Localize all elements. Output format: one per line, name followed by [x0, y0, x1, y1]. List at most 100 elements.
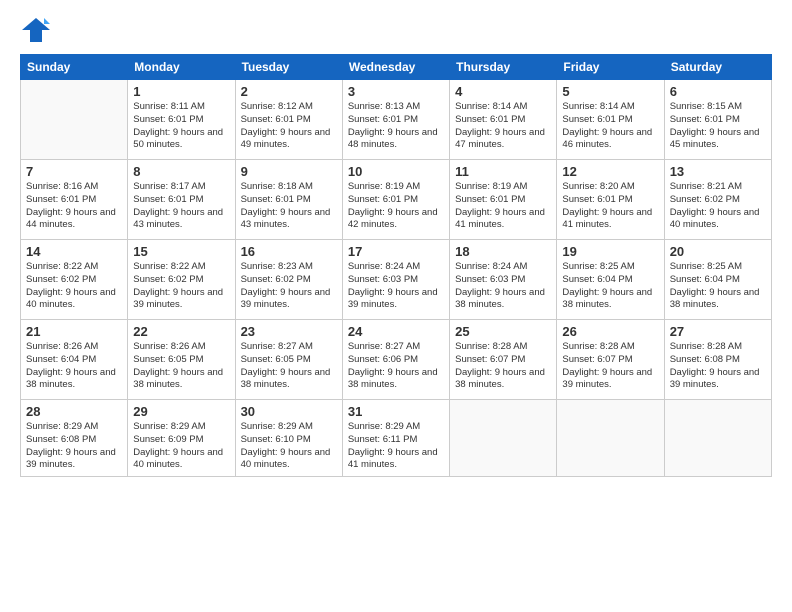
day-number: 9	[241, 164, 337, 179]
calendar-cell: 18 Sunrise: 8:24 AM Sunset: 6:03 PM Dayli…	[450, 240, 557, 320]
day-info: Sunrise: 8:29 AM Sunset: 6:08 PM Dayligh…	[26, 421, 122, 472]
calendar-cell: 12Sunrise: 8:20 AM Sunset: 6:01 PM Dayli…	[557, 160, 664, 240]
calendar-cell: 23Sunrise: 8:27 AM Sunset: 6:05 PM Dayli…	[235, 320, 342, 400]
day-info: Sunrise: 8:24 AM Sunset: 6:03 PM Dayligh…	[348, 261, 444, 312]
day-info: Sunrise: 8:19 AM Sunset: 6:01 PM Dayligh…	[455, 181, 551, 232]
day-number: 20	[670, 244, 766, 259]
calendar-cell: 13 Sunrise: 8:21 AM Sunset: 6:02 PM Dayli…	[664, 160, 771, 240]
day-number: 18	[455, 244, 551, 259]
calendar-header-row: SundayMondayTuesdayWednesdayThursdayFrid…	[21, 55, 772, 80]
day-number: 27	[670, 324, 766, 339]
logo	[20, 16, 56, 44]
calendar-cell: 30 Sunrise: 8:29 AM Sunset: 6:10 PM Dayli…	[235, 400, 342, 477]
calendar-cell: 16 Sunrise: 8:23 AM Sunset: 6:02 PM Dayli…	[235, 240, 342, 320]
day-info: Sunrise: 8:26 AM Sunset: 6:05 PM Dayligh…	[133, 341, 229, 392]
day-number: 13	[670, 164, 766, 179]
calendar-cell: 1 Sunrise: 8:11 AM Sunset: 6:01 PM Daylig…	[128, 80, 235, 160]
calendar-cell: 20Sunrise: 8:25 AM Sunset: 6:04 PM Dayli…	[664, 240, 771, 320]
day-info: Sunrise: 8:26 AM Sunset: 6:04 PM Dayligh…	[26, 341, 122, 392]
day-number: 4	[455, 84, 551, 99]
day-info: Sunrise: 8:29 AM Sunset: 6:09 PM Dayligh…	[133, 421, 229, 472]
calendar-cell: 8 Sunrise: 8:17 AM Sunset: 6:01 PM Daylig…	[128, 160, 235, 240]
day-number: 31	[348, 404, 444, 419]
day-info: Sunrise: 8:28 AM Sunset: 6:07 PM Dayligh…	[562, 341, 658, 392]
calendar-header-monday: Monday	[128, 55, 235, 80]
calendar-cell: 21 Sunrise: 8:26 AM Sunset: 6:04 PM Dayli…	[21, 320, 128, 400]
day-number: 8	[133, 164, 229, 179]
day-number: 26	[562, 324, 658, 339]
calendar-week-row: 7Sunrise: 8:16 AM Sunset: 6:01 PM Daylig…	[21, 160, 772, 240]
day-info: Sunrise: 8:22 AM Sunset: 6:02 PM Dayligh…	[26, 261, 122, 312]
calendar-cell: 17 Sunrise: 8:24 AM Sunset: 6:03 PM Dayli…	[342, 240, 449, 320]
day-number: 3	[348, 84, 444, 99]
day-number: 14	[26, 244, 122, 259]
day-info: Sunrise: 8:29 AM Sunset: 6:10 PM Dayligh…	[241, 421, 337, 472]
day-info: Sunrise: 8:17 AM Sunset: 6:01 PM Dayligh…	[133, 181, 229, 232]
calendar-cell: 6 Sunrise: 8:15 AM Sunset: 6:01 PM Daylig…	[664, 80, 771, 160]
day-number: 23	[241, 324, 337, 339]
calendar-cell: 28 Sunrise: 8:29 AM Sunset: 6:08 PM Dayli…	[21, 400, 128, 477]
calendar-cell: 26 Sunrise: 8:28 AM Sunset: 6:07 PM Dayli…	[557, 320, 664, 400]
calendar-cell: 7Sunrise: 8:16 AM Sunset: 6:01 PM Daylig…	[21, 160, 128, 240]
calendar-cell: 14 Sunrise: 8:22 AM Sunset: 6:02 PM Dayli…	[21, 240, 128, 320]
day-number: 30	[241, 404, 337, 419]
day-info: Sunrise: 8:14 AM Sunset: 6:01 PM Dayligh…	[455, 101, 551, 152]
day-number: 21	[26, 324, 122, 339]
day-number: 11	[455, 164, 551, 179]
calendar-header-tuesday: Tuesday	[235, 55, 342, 80]
calendar-cell	[664, 400, 771, 477]
day-info: Sunrise: 8:12 AM Sunset: 6:01 PM Dayligh…	[241, 101, 337, 152]
calendar-cell: 3 Sunrise: 8:13 AM Sunset: 6:01 PM Daylig…	[342, 80, 449, 160]
day-info: Sunrise: 8:11 AM Sunset: 6:01 PM Dayligh…	[133, 101, 229, 152]
day-number: 12	[562, 164, 658, 179]
day-number: 2	[241, 84, 337, 99]
day-number: 16	[241, 244, 337, 259]
calendar-header-saturday: Saturday	[664, 55, 771, 80]
day-info: Sunrise: 8:22 AM Sunset: 6:02 PM Dayligh…	[133, 261, 229, 312]
calendar-header-wednesday: Wednesday	[342, 55, 449, 80]
page: SundayMondayTuesdayWednesdayThursdayFrid…	[0, 0, 792, 612]
day-number: 10	[348, 164, 444, 179]
calendar-header-sunday: Sunday	[21, 55, 128, 80]
day-info: Sunrise: 8:19 AM Sunset: 6:01 PM Dayligh…	[348, 181, 444, 232]
header	[20, 16, 772, 44]
calendar-cell: 11 Sunrise: 8:19 AM Sunset: 6:01 PM Dayli…	[450, 160, 557, 240]
day-info: Sunrise: 8:14 AM Sunset: 6:01 PM Dayligh…	[562, 101, 658, 152]
day-info: Sunrise: 8:21 AM Sunset: 6:02 PM Dayligh…	[670, 181, 766, 232]
calendar-cell	[450, 400, 557, 477]
day-info: Sunrise: 8:23 AM Sunset: 6:02 PM Dayligh…	[241, 261, 337, 312]
day-info: Sunrise: 8:13 AM Sunset: 6:01 PM Dayligh…	[348, 101, 444, 152]
calendar-cell: 24 Sunrise: 8:27 AM Sunset: 6:06 PM Dayli…	[342, 320, 449, 400]
calendar-cell: 9 Sunrise: 8:18 AM Sunset: 6:01 PM Daylig…	[235, 160, 342, 240]
calendar-week-row: 28 Sunrise: 8:29 AM Sunset: 6:08 PM Dayli…	[21, 400, 772, 477]
day-number: 22	[133, 324, 229, 339]
day-info: Sunrise: 8:16 AM Sunset: 6:01 PM Dayligh…	[26, 181, 122, 232]
calendar-cell: 27 Sunrise: 8:28 AM Sunset: 6:08 PM Dayli…	[664, 320, 771, 400]
day-info: Sunrise: 8:18 AM Sunset: 6:01 PM Dayligh…	[241, 181, 337, 232]
calendar: SundayMondayTuesdayWednesdayThursdayFrid…	[20, 54, 772, 477]
day-number: 5	[562, 84, 658, 99]
day-info: Sunrise: 8:24 AM Sunset: 6:03 PM Dayligh…	[455, 261, 551, 312]
logo-icon	[20, 16, 52, 44]
day-number: 17	[348, 244, 444, 259]
day-number: 1	[133, 84, 229, 99]
calendar-cell: 22 Sunrise: 8:26 AM Sunset: 6:05 PM Dayli…	[128, 320, 235, 400]
day-number: 15	[133, 244, 229, 259]
calendar-header-thursday: Thursday	[450, 55, 557, 80]
calendar-week-row: 1 Sunrise: 8:11 AM Sunset: 6:01 PM Daylig…	[21, 80, 772, 160]
calendar-cell: 4 Sunrise: 8:14 AM Sunset: 6:01 PM Daylig…	[450, 80, 557, 160]
calendar-week-row: 14 Sunrise: 8:22 AM Sunset: 6:02 PM Dayli…	[21, 240, 772, 320]
day-info: Sunrise: 8:27 AM Sunset: 6:06 PM Dayligh…	[348, 341, 444, 392]
calendar-cell	[21, 80, 128, 160]
day-info: Sunrise: 8:15 AM Sunset: 6:01 PM Dayligh…	[670, 101, 766, 152]
calendar-header-friday: Friday	[557, 55, 664, 80]
day-number: 28	[26, 404, 122, 419]
calendar-cell: 31Sunrise: 8:29 AM Sunset: 6:11 PM Dayli…	[342, 400, 449, 477]
calendar-week-row: 21 Sunrise: 8:26 AM Sunset: 6:04 PM Dayli…	[21, 320, 772, 400]
day-info: Sunrise: 8:28 AM Sunset: 6:07 PM Dayligh…	[455, 341, 551, 392]
day-number: 29	[133, 404, 229, 419]
day-info: Sunrise: 8:28 AM Sunset: 6:08 PM Dayligh…	[670, 341, 766, 392]
day-number: 6	[670, 84, 766, 99]
day-number: 24	[348, 324, 444, 339]
calendar-cell: 5 Sunrise: 8:14 AM Sunset: 6:01 PM Daylig…	[557, 80, 664, 160]
